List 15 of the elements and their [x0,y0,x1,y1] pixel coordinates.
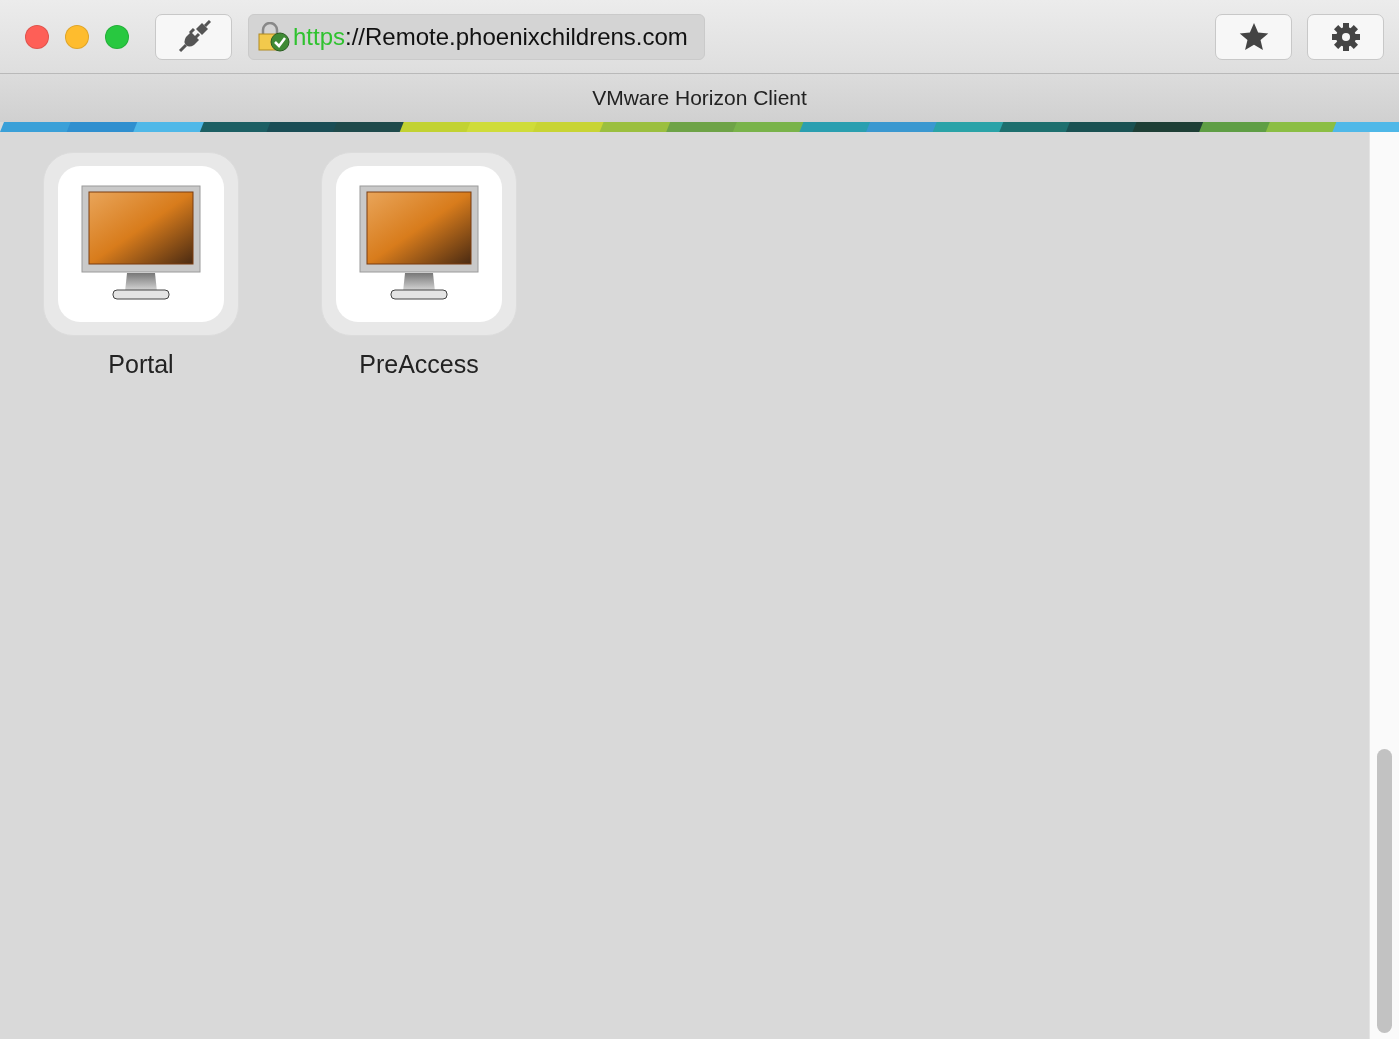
window-title: VMware Horizon Client [592,86,807,110]
settings-button[interactable] [1307,13,1384,60]
settings-icon [1330,21,1361,52]
address-field[interactable]: https://Remote.phoenixchildrens.com [248,13,705,60]
lock-icon [257,21,291,52]
desktop-tile[interactable] [43,152,239,336]
desktop-label: Portal [108,350,174,379]
plug-icon [176,19,211,54]
desktop-tile[interactable] [321,152,517,336]
favorites-button[interactable] [1215,13,1292,60]
connect-button[interactable] [155,13,232,60]
url-text: https://Remote.phoenixchildrens.com [293,22,688,51]
desktop-label: PreAccess [359,350,479,379]
scrollbar-thumb[interactable] [1377,749,1392,1033]
close-button[interactable] [25,24,49,49]
